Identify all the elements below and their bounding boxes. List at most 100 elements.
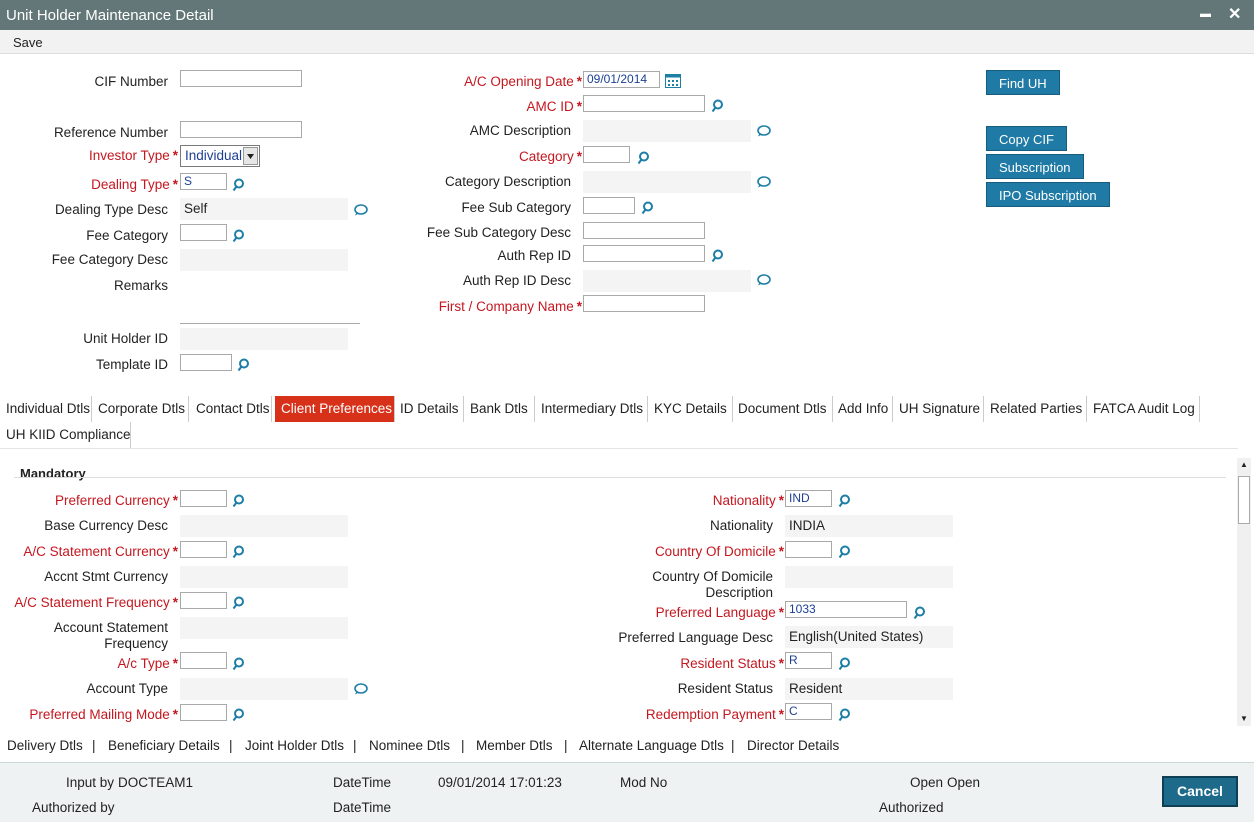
subscription-button[interactable]: Subscription: [986, 154, 1084, 179]
tab-fatca-audit-log[interactable]: FATCA Audit Log: [1087, 396, 1200, 422]
account-type-value: [180, 678, 348, 700]
accnt-stmt-currency-label: Accnt Stmt Currency: [44, 569, 168, 584]
search-icon[interactable]: [711, 249, 725, 263]
search-icon[interactable]: [232, 229, 246, 243]
scroll-down-icon[interactable]: ▼: [1240, 714, 1248, 723]
subtab-joint-holder-dtls[interactable]: Joint Holder Dtls: [245, 738, 344, 753]
nationality-required-label: Nationality *: [712, 493, 784, 508]
fee-category-label: Fee Category: [86, 228, 168, 243]
tab-individual-dtls[interactable]: Individual Dtls: [0, 396, 92, 422]
scrollbar[interactable]: ▲ ▼: [1237, 458, 1251, 726]
search-icon[interactable]: [232, 596, 246, 610]
cif-number-input[interactable]: [180, 70, 302, 87]
subtab-separator: |: [564, 738, 568, 753]
find-uh-button[interactable]: Find UH: [986, 70, 1060, 95]
tab-contact-dtls[interactable]: Contact Dtls: [190, 396, 272, 422]
scrollbar-thumb[interactable]: [1238, 476, 1250, 524]
subtab-alternate-language-dtls[interactable]: Alternate Language Dtls: [579, 738, 724, 753]
ac-opening-date-input[interactable]: 09/01/2014: [583, 71, 660, 88]
subtab-nominee-dtls[interactable]: Nominee Dtls: [369, 738, 450, 753]
investor-type-select[interactable]: Individual: [180, 145, 260, 167]
subtab-member-dtls[interactable]: Member Dtls: [476, 738, 553, 753]
comment-icon[interactable]: [354, 204, 368, 216]
reference-number-input[interactable]: [180, 121, 302, 138]
template-id-input[interactable]: [180, 354, 232, 371]
country-of-domicile-input[interactable]: [785, 541, 832, 558]
calendar-icon[interactable]: [665, 73, 681, 88]
cancel-button[interactable]: Cancel: [1162, 776, 1238, 807]
search-icon[interactable]: [237, 358, 251, 372]
comment-icon[interactable]: [757, 274, 771, 286]
auth-rep-id-input[interactable]: [583, 245, 705, 262]
search-icon[interactable]: [232, 708, 246, 722]
fee-sub-category-desc-input[interactable]: [583, 222, 705, 239]
search-icon[interactable]: [913, 606, 927, 620]
tab-related-parties[interactable]: Related Parties: [984, 396, 1087, 422]
search-icon[interactable]: [838, 494, 852, 508]
subtab-delivery-dtls[interactable]: Delivery Dtls: [7, 738, 83, 753]
dealing-type-input[interactable]: S: [180, 173, 227, 190]
open-label: Open: [910, 775, 944, 790]
search-icon[interactable]: [838, 545, 852, 559]
preferred-language-desc-value: English(United States): [785, 626, 953, 648]
comment-icon[interactable]: [354, 683, 368, 695]
preferred-mailing-mode-input[interactable]: [180, 704, 227, 721]
chevron-down-icon[interactable]: [243, 147, 258, 165]
close-icon[interactable]: ✕: [1228, 4, 1241, 24]
fee-sub-category-label: Fee Sub Category: [461, 200, 571, 215]
remarks-label: Remarks: [113, 278, 168, 293]
save-button[interactable]: Save: [13, 35, 43, 50]
subtab-separator: |: [353, 738, 357, 753]
fee-category-input[interactable]: [180, 224, 227, 241]
search-icon[interactable]: [838, 708, 852, 722]
copy-cif-button[interactable]: Copy CIF: [986, 126, 1067, 151]
tab-add-info[interactable]: Add Info: [832, 396, 893, 422]
preferred-currency-input[interactable]: [180, 490, 227, 507]
account-statement-frequency-line1: Account Statement: [53, 620, 168, 635]
search-icon[interactable]: [711, 99, 725, 113]
amc-id-input[interactable]: [583, 95, 705, 112]
ac-type-input[interactable]: [180, 652, 227, 669]
scroll-up-icon[interactable]: ▲: [1240, 460, 1248, 469]
preferred-language-input[interactable]: 1033: [785, 601, 907, 618]
dealing-type-desc-label: Dealing Type Desc: [54, 202, 168, 217]
fee-sub-category-input[interactable]: [583, 197, 635, 214]
amc-description-value: [583, 120, 751, 142]
tab-id-details[interactable]: ID Details: [394, 396, 464, 422]
search-icon[interactable]: [232, 657, 246, 671]
tab-bank-dtls[interactable]: Bank Dtls: [464, 396, 535, 422]
account-statement-frequency-line2: Frequency: [104, 636, 168, 651]
ac-statement-currency-input[interactable]: [180, 541, 227, 558]
subtab-director-details[interactable]: Director Details: [747, 738, 839, 753]
tab-kyc-details[interactable]: KYC Details: [648, 396, 733, 422]
search-icon[interactable]: [637, 151, 651, 165]
base-currency-desc-value: [180, 515, 348, 537]
subtab-separator: |: [461, 738, 465, 753]
tab-uh-signature[interactable]: UH Signature: [893, 396, 984, 422]
comment-icon[interactable]: [757, 125, 771, 137]
redemption-payment-input[interactable]: C: [785, 703, 832, 720]
search-icon[interactable]: [838, 657, 852, 671]
resident-status-input[interactable]: R: [785, 652, 832, 669]
comment-icon[interactable]: [757, 176, 771, 188]
search-icon[interactable]: [232, 178, 246, 192]
category-label: Category *: [518, 149, 582, 164]
tab-uh-kiid-compliance[interactable]: UH KIID Compliance: [0, 422, 131, 448]
subtab-beneficiary-details[interactable]: Beneficiary Details: [108, 738, 220, 753]
ipo-subscription-button[interactable]: IPO Subscription: [986, 182, 1110, 207]
category-input[interactable]: [583, 146, 630, 163]
ac-statement-frequency-input[interactable]: [180, 592, 227, 609]
search-icon[interactable]: [232, 494, 246, 508]
tab-document-dtls[interactable]: Document Dtls: [732, 396, 833, 422]
nationality-input[interactable]: IND: [785, 490, 832, 507]
tab-client-preferences[interactable]: Client Preferences: [275, 396, 395, 422]
mandatory-heading: Mandatory: [20, 466, 86, 481]
tab-corporate-dtls[interactable]: Corporate Dtls: [92, 396, 189, 422]
remarks-textarea[interactable]: [180, 276, 360, 324]
datetime2-label: DateTime: [333, 800, 392, 815]
first-company-name-input[interactable]: [583, 295, 705, 312]
search-icon[interactable]: [232, 545, 246, 559]
search-icon[interactable]: [641, 201, 655, 215]
tab-intermediary-dtls[interactable]: Intermediary Dtls: [535, 396, 648, 422]
minimize-icon[interactable]: ▬: [1200, 8, 1211, 20]
